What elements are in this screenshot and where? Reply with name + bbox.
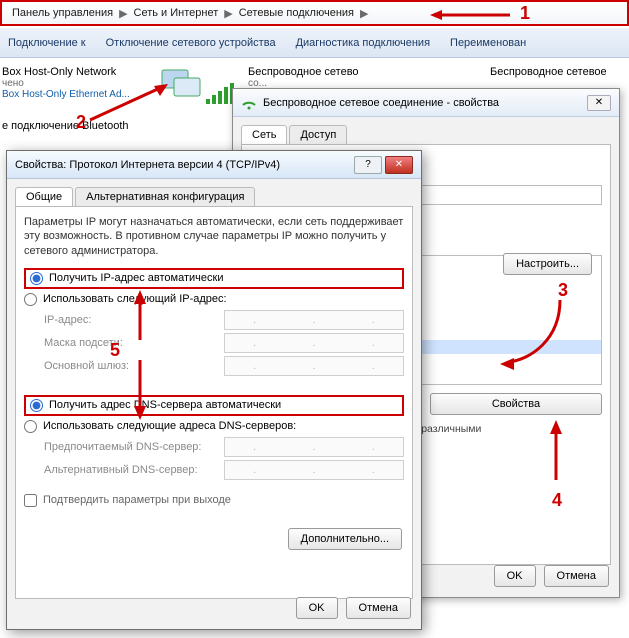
tab-general[interactable]: Общие <box>15 187 73 206</box>
ok-button[interactable]: OK <box>296 597 338 619</box>
dialog-title: Свойства: Протокол Интернета версии 4 (T… <box>15 159 351 171</box>
radio-label: Использовать следующие адреса DNS-сервер… <box>43 420 296 432</box>
dialog-title: Беспроводное сетевое соединение - свойст… <box>263 97 499 109</box>
tab-access[interactable]: Доступ <box>289 125 347 144</box>
dialog-titlebar[interactable]: Беспроводное сетевое соединение - свойст… <box>233 89 619 117</box>
breadcrumb-item[interactable]: Сеть и Интернет <box>130 7 223 19</box>
close-button[interactable]: ✕ <box>385 156 413 174</box>
gateway-field: ... <box>224 356 404 376</box>
connection-tile[interactable]: е подключение Bluetooth <box>2 120 192 132</box>
field-label: Предпочитаемый DNS-сервер: <box>44 441 224 453</box>
connection-tile[interactable]: Беспроводное сетевое <box>490 66 629 78</box>
tabs: Общие Альтернативная конфигурация <box>15 187 413 207</box>
radio-input[interactable] <box>24 293 37 306</box>
tile-title: е подключение Bluetooth <box>2 120 192 132</box>
ip-field: ... <box>224 310 404 330</box>
breadcrumb-item[interactable]: Панель управления <box>8 7 117 19</box>
command-bar: Подключение к Отключение сетевого устрой… <box>0 28 629 58</box>
field-label: Альтернативный DNS-сервер: <box>44 464 224 476</box>
dns2-field: ... <box>224 460 404 480</box>
chevron-right-icon: ▶ <box>117 7 129 20</box>
radio-input[interactable] <box>24 420 37 433</box>
tab-panel: Параметры IP могут назначаться автоматич… <box>15 207 413 599</box>
radio-label: Использовать следующий IP-адрес: <box>43 293 227 305</box>
toolbar-item[interactable]: Подключение к <box>8 37 86 49</box>
wifi-icon <box>241 95 257 111</box>
checkbox-label: Подтвердить параметры при выходе <box>43 494 231 506</box>
toolbar-item[interactable]: Переименован <box>450 37 526 49</box>
tab-network[interactable]: Сеть <box>241 125 287 144</box>
cancel-button[interactable]: Отмена <box>544 565 609 587</box>
radio-dns-manual[interactable]: Использовать следующие адреса DNS-сервер… <box>24 420 404 433</box>
radio-label: Получить IP-адрес автоматически <box>49 272 223 284</box>
mask-field: ... <box>224 333 404 353</box>
checkbox-input[interactable] <box>24 494 37 507</box>
toolbar-item[interactable]: Отключение сетевого устройства <box>106 37 276 49</box>
radio-ip-auto[interactable]: Получить IP-адрес автоматически <box>24 268 404 289</box>
chevron-right-icon: ▶ <box>358 7 370 20</box>
radio-ip-manual[interactable]: Использовать следующий IP-адрес: <box>24 293 404 306</box>
breadcrumb-item[interactable]: Сетевые подключения <box>235 7 358 19</box>
toolbar-item[interactable]: Диагностика подключения <box>296 37 430 49</box>
field-label: Основной шлюз: <box>44 360 224 372</box>
radio-input[interactable] <box>30 272 43 285</box>
tile-title: Беспроводное сетево <box>248 66 438 78</box>
radio-label: Получить адрес DNS-сервера автоматически <box>49 399 281 411</box>
tab-alternate[interactable]: Альтернативная конфигурация <box>75 187 255 206</box>
help-button[interactable]: ? <box>354 156 382 174</box>
advanced-button[interactable]: Дополнительно... <box>288 528 402 550</box>
radio-dns-auto[interactable]: Получить адрес DNS-сервера автоматически <box>24 395 404 416</box>
tabs: Сеть Доступ <box>241 125 611 145</box>
ipv4-properties-dialog: Свойства: Протокол Интернета версии 4 (T… <box>6 150 422 630</box>
dialog-titlebar[interactable]: Свойства: Протокол Интернета версии 4 (T… <box>7 151 421 179</box>
radio-input[interactable] <box>30 399 43 412</box>
configure-button[interactable]: Настроить... <box>503 253 592 275</box>
tile-title: Беспроводное сетевое <box>490 66 629 78</box>
validate-checkbox-row[interactable]: Подтвердить параметры при выходе <box>24 494 404 507</box>
dns1-field: ... <box>224 437 404 457</box>
field-label: IP-адрес: <box>44 314 224 326</box>
chevron-right-icon: ▶ <box>222 7 234 20</box>
info-text: Параметры IP могут назначаться автоматич… <box>24 215 404 258</box>
network-adapter-icon <box>160 68 204 104</box>
cancel-button[interactable]: Отмена <box>346 597 411 619</box>
breadcrumb: Панель управления ▶ Сеть и Интернет ▶ Се… <box>0 0 629 26</box>
properties-button[interactable]: Свойства <box>430 393 602 415</box>
close-button[interactable]: ✕ <box>587 95 611 111</box>
field-label: Маска подсети: <box>44 337 224 349</box>
ok-button[interactable]: OK <box>494 565 536 587</box>
